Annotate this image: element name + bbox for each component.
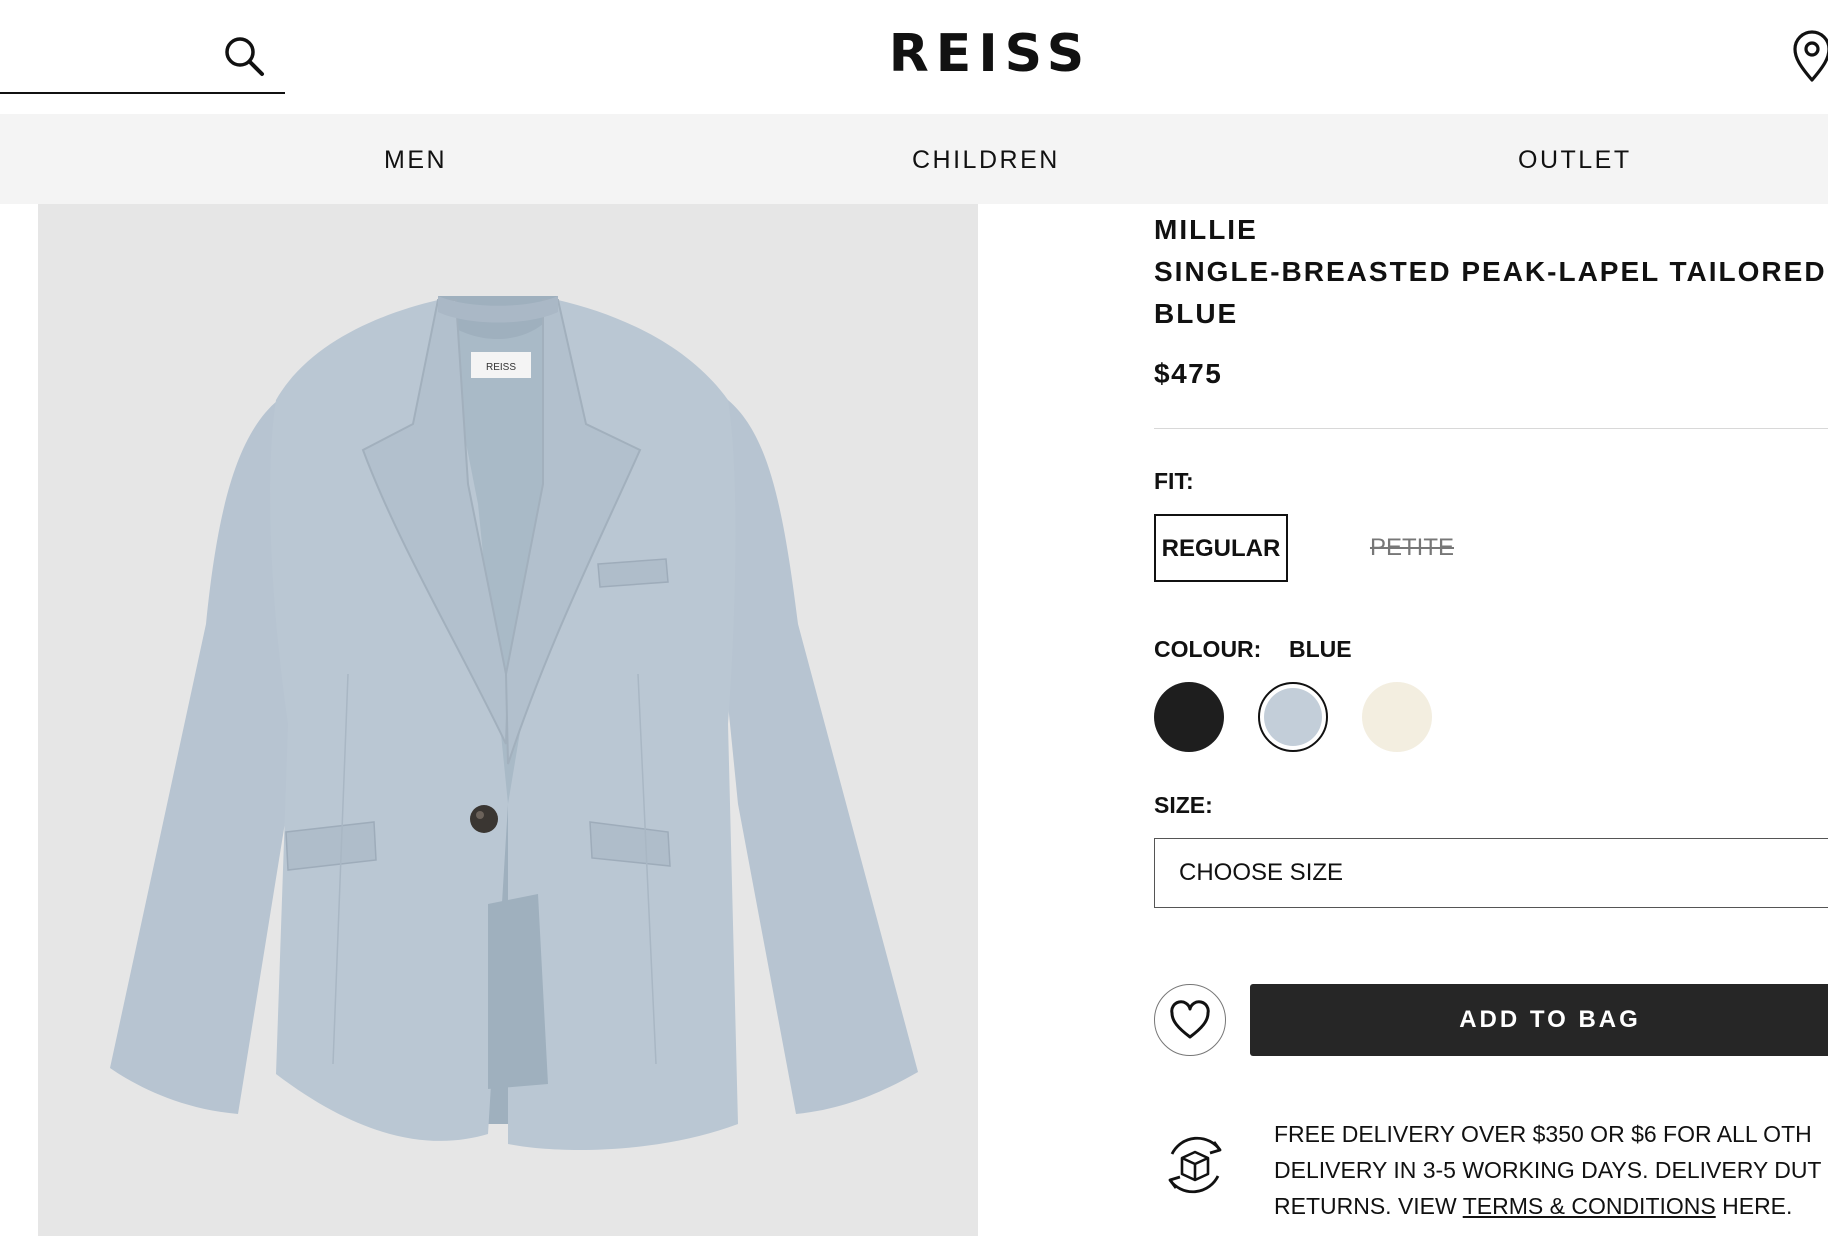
fit-option-petite[interactable]: PETITE	[1358, 514, 1466, 582]
product-brand: MILLIE	[1154, 214, 1258, 245]
colour-swatch-black[interactable]	[1154, 682, 1224, 752]
wishlist-button[interactable]	[1154, 984, 1226, 1056]
garment-label: REISS	[486, 362, 516, 373]
store-locator-icon[interactable]	[1790, 30, 1828, 84]
delivery-line-3: RETURNS. VIEW TERMS & CONDITIONS HERE.	[1274, 1188, 1828, 1224]
site-header: REISS	[0, 0, 1828, 114]
blazer-photo: REISS	[110, 296, 918, 1150]
product-price: $475	[1154, 358, 1223, 389]
size-select[interactable]: CHOOSE SIZE	[1154, 838, 1828, 908]
delivery-returns-icon	[1168, 1136, 1222, 1194]
selected-colour: BLUE	[1289, 636, 1352, 662]
nav-item-men[interactable]: MEN	[384, 114, 447, 204]
delivery-line-3-prefix: RETURNS. VIEW	[1274, 1193, 1463, 1219]
brand-logo[interactable]: REISS	[860, 24, 1120, 84]
add-to-bag-button[interactable]: ADD TO BAG	[1250, 984, 1828, 1056]
fit-option-regular[interactable]: REGULAR	[1154, 514, 1288, 582]
delivery-info: FREE DELIVERY OVER $350 OR $6 FOR ALL OT…	[1274, 1116, 1828, 1224]
delivery-line-2: DELIVERY IN 3-5 WORKING DAYS. DELIVERY D…	[1274, 1157, 1822, 1183]
heart-icon	[1170, 1000, 1210, 1039]
add-to-bag-label: ADD TO BAG	[1459, 1006, 1641, 1033]
product-image[interactable]: REISS	[38, 204, 978, 1236]
divider	[1154, 428, 1828, 429]
main-navigation: MEN CHILDREN OUTLET	[0, 114, 1828, 204]
colour-swatch-fill	[1264, 688, 1322, 746]
delivery-line-1: FREE DELIVERY OVER $350 OR $6 FOR ALL OT…	[1274, 1121, 1812, 1147]
nav-item-children[interactable]: CHILDREN	[912, 114, 1060, 204]
fit-label: FIT:	[1154, 468, 1194, 494]
size-label: SIZE:	[1154, 792, 1213, 818]
search-bar	[0, 24, 285, 94]
colour-swatch-blue[interactable]	[1258, 682, 1328, 752]
product-name: SINGLE-BREASTED PEAK-LAPEL TAILORED	[1154, 256, 1827, 287]
product-colour-name: BLUE	[1154, 298, 1239, 329]
terms-conditions-link[interactable]: TERMS & CONDITIONS	[1463, 1193, 1716, 1219]
search-input[interactable]	[0, 24, 230, 90]
colour-swatch-cream[interactable]	[1362, 682, 1432, 752]
delivery-line-3-suffix: HERE.	[1715, 1193, 1793, 1219]
product-details: MILLIE SINGLE-BREASTED PEAK-LAPEL TAILOR…	[1154, 204, 1828, 1236]
search-icon[interactable]	[222, 34, 268, 80]
colour-label: COLOUR:	[1154, 636, 1262, 662]
nav-item-outlet[interactable]: OUTLET	[1518, 114, 1632, 204]
